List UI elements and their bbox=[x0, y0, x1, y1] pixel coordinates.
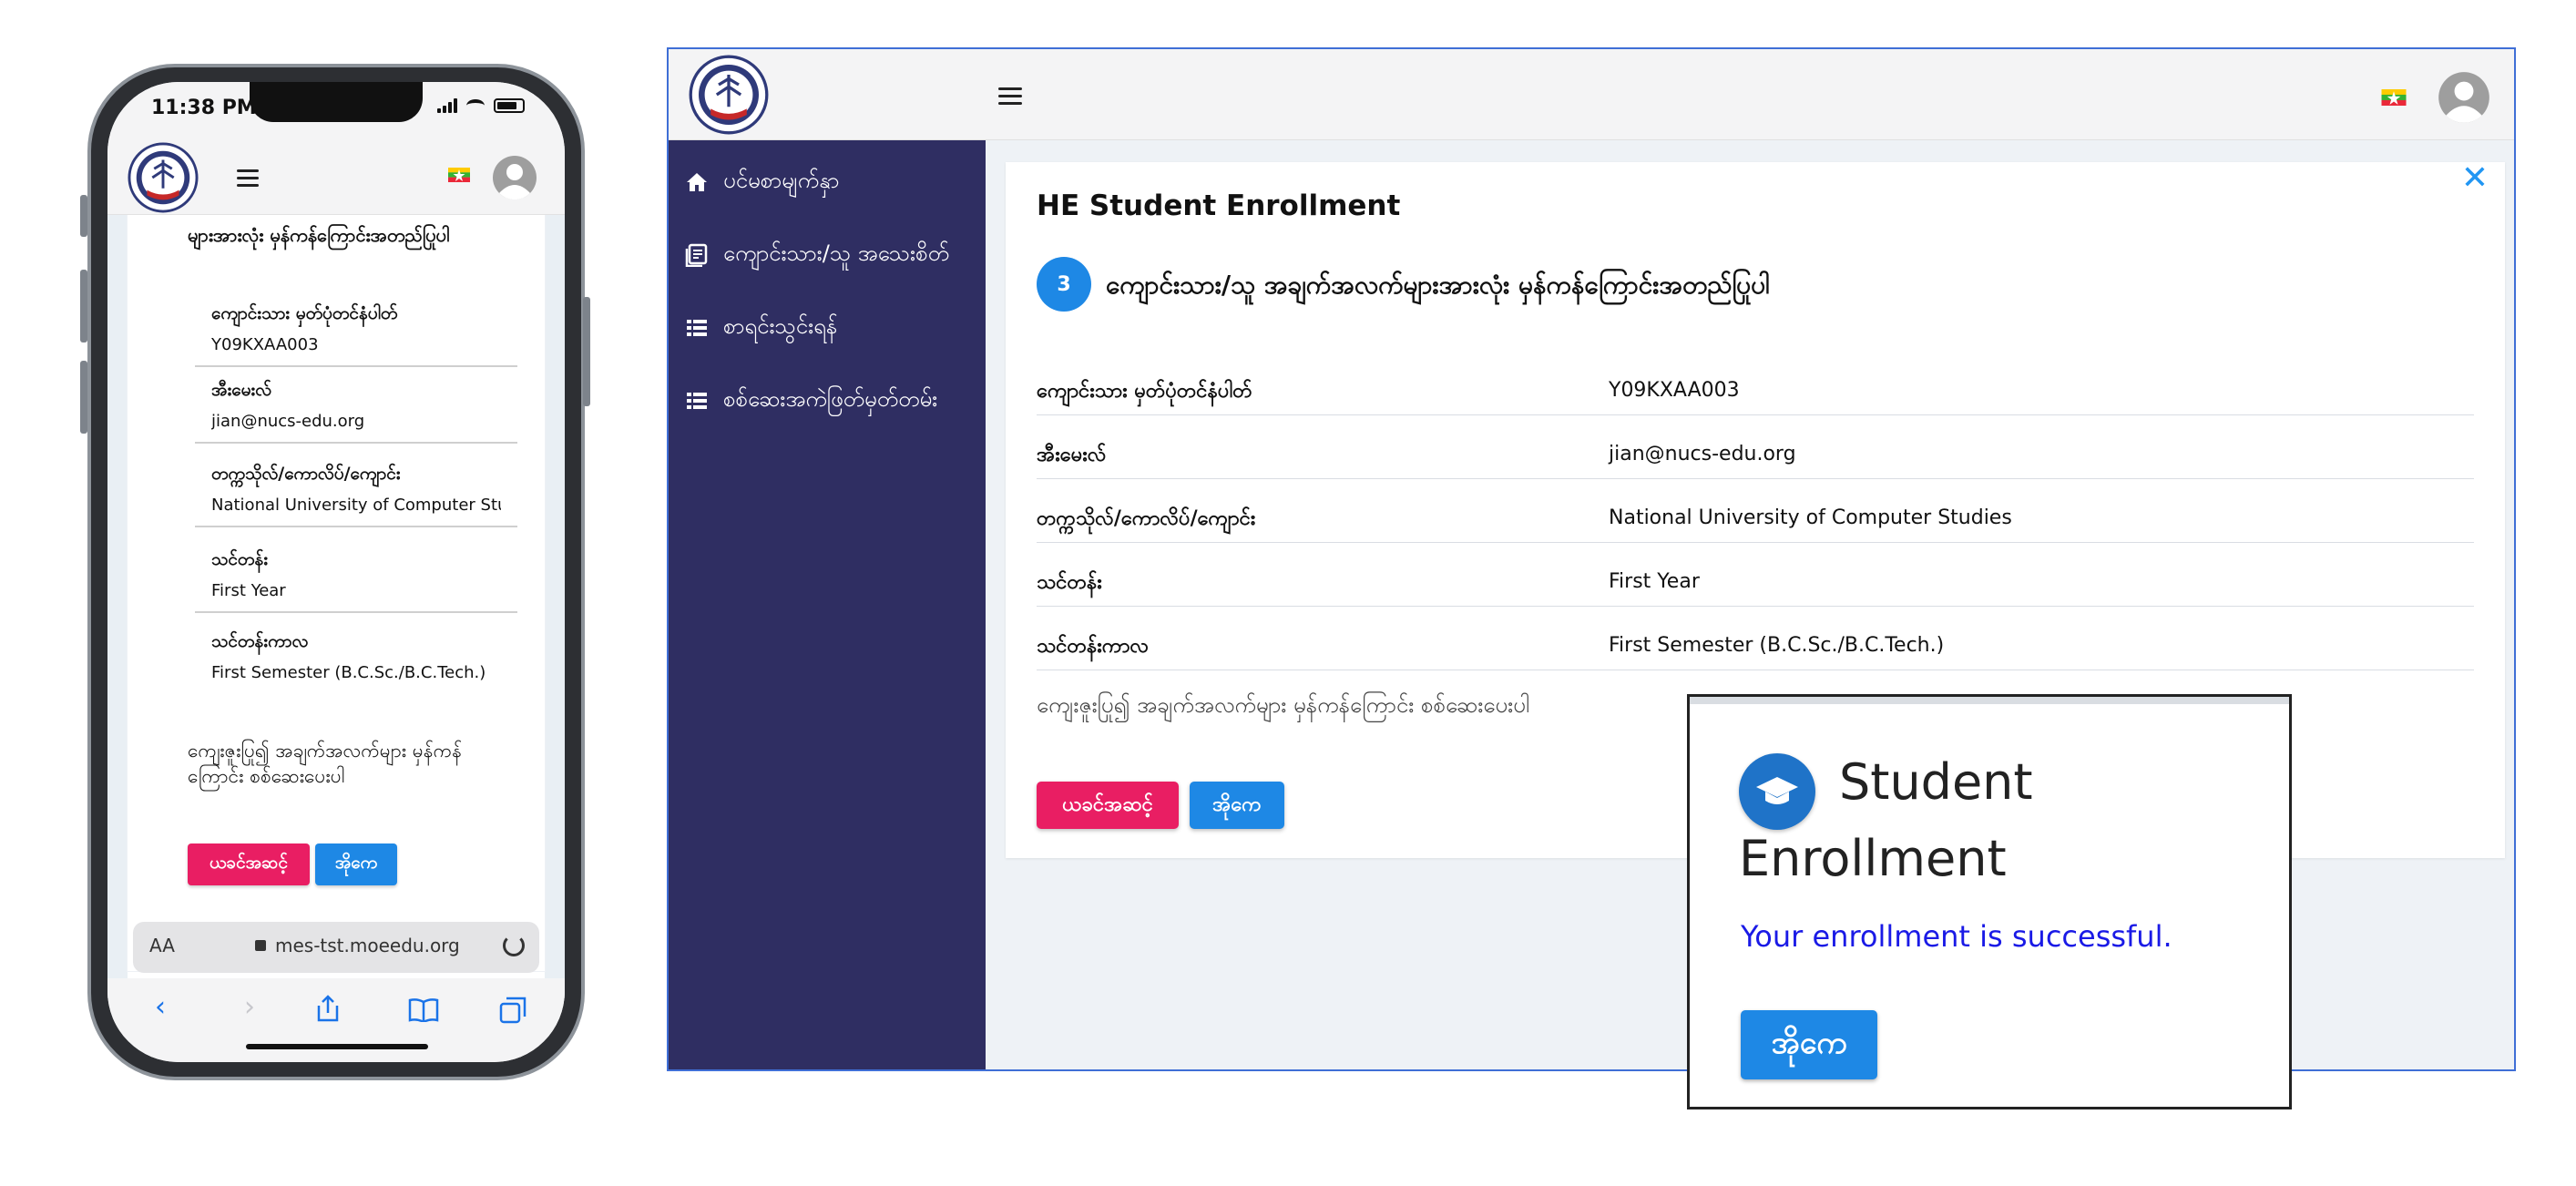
graduation-cap-icon bbox=[1739, 753, 1815, 830]
dialog-ok-button[interactable]: အိုကေ bbox=[1741, 1010, 1877, 1079]
field-label: သင်တန်းကာလ bbox=[211, 631, 309, 651]
row-label: သင်တန်း bbox=[1037, 571, 1102, 594]
menu-icon[interactable] bbox=[998, 87, 1022, 109]
back-button[interactable]: ယခင်အဆင့် bbox=[1037, 782, 1179, 829]
battery-icon bbox=[494, 98, 525, 113]
document-icon bbox=[685, 243, 708, 267]
row-email: အီးမေးလ် jian@nucs-edu.org bbox=[1037, 415, 2474, 479]
step-number-badge: 3 bbox=[1037, 257, 1091, 312]
status-time: 11:38 PM bbox=[151, 97, 257, 119]
ok-button[interactable]: အိုကေ bbox=[315, 843, 397, 885]
lock-icon bbox=[255, 940, 266, 951]
row-course-period: သင်တန်းကာလ First Semester (B.C.Sc./B.C.T… bbox=[1037, 607, 2474, 670]
field-student-reg-no: ကျောင်းသား မှတ်ပုံတင်နံပါတ် Y09KXAA003 bbox=[195, 302, 517, 367]
university-logo-icon bbox=[689, 55, 769, 135]
user-avatar-icon[interactable] bbox=[2438, 71, 2490, 124]
tabs-icon[interactable] bbox=[499, 997, 526, 1024]
phone-mute-switch bbox=[80, 195, 87, 237]
menu-icon[interactable] bbox=[237, 169, 259, 191]
field-email: အီးမေးလ် jian@nucs-edu.org bbox=[195, 379, 517, 444]
field-label: သင်တန်း bbox=[211, 549, 269, 569]
phone-volume-up bbox=[80, 270, 87, 343]
sidebar: ပင်မစာမျက်နှာ ကျောင်းသား/သူ အသေးစိတ် စာရ… bbox=[669, 140, 986, 1069]
university-logo-icon bbox=[128, 142, 199, 213]
field-value: National University of Computer Studi bbox=[211, 496, 501, 515]
card-title: HE Student Enrollment bbox=[1037, 189, 1401, 222]
phone-power-button bbox=[583, 297, 590, 406]
safari-toolbar: ‹ › bbox=[107, 978, 565, 1062]
sidebar-item-label: စာရင်းသွင်းရန် bbox=[723, 313, 838, 339]
field-value: Y09KXAA003 bbox=[211, 335, 319, 354]
dialog-message: Your enrollment is successful. bbox=[1741, 919, 2172, 954]
phone-volume-down bbox=[80, 361, 87, 434]
row-value: First Year bbox=[1609, 570, 1700, 593]
home-icon bbox=[687, 173, 707, 191]
sidebar-item-assessment-record[interactable]: စစ်ဆေးအကဲဖြတ်မှတ်တမ်း bbox=[685, 384, 937, 417]
status-icons bbox=[437, 98, 525, 113]
success-dialog: Student Enrollment Your enrollment is su… bbox=[1687, 694, 2292, 1109]
row-value: First Semester (B.C.Sc./B.C.Tech.) bbox=[1609, 634, 1945, 657]
dialog-top-edge bbox=[1690, 697, 2289, 704]
sidebar-item-home[interactable]: ပင်မစာမျက်နှာ bbox=[685, 166, 839, 199]
dialog-title: Student Enrollment bbox=[1739, 753, 2033, 887]
signal-icon bbox=[437, 98, 457, 113]
confirm-instruction: ကျေးဇူးပြု၍ အချက်အလက်များ မှန်ကန်ကြောင်း… bbox=[188, 740, 463, 788]
list-icon bbox=[687, 393, 707, 409]
list-icon bbox=[687, 320, 707, 336]
sidebar-item-register[interactable]: စာရင်းသွင်းရန် bbox=[685, 312, 837, 344]
field-label: တက္ကသိုလ်/ကောလိပ်/ကျောင်း bbox=[211, 464, 401, 484]
row-university: တက္ကသိုလ်/ကောလိပ်/ကျောင်း National Unive… bbox=[1037, 479, 2474, 543]
sidebar-item-label: ပင်မစာမျက်နှာ bbox=[723, 168, 840, 193]
row-label: တက္ကသိုလ်/ကောလိပ်/ကျောင်း bbox=[1037, 507, 1256, 530]
row-label: ကျောင်းသား မှတ်ပုံတင်နံပါတ် bbox=[1037, 380, 1252, 403]
sidebar-item-label: ကျောင်းသား/သူ အသေးစိတ် bbox=[723, 240, 949, 266]
phone-screen: 11:38 PM များအားလုံး မှန်ကန်ကြောင်းအတည်ပ… bbox=[107, 82, 565, 1062]
myanmar-flag-icon[interactable] bbox=[448, 168, 470, 182]
row-student-reg-no: ကျောင်းသား မှတ်ပုံတင်နံပါတ် Y09KXAA003 bbox=[1037, 352, 2474, 415]
close-icon[interactable]: ✕ bbox=[2461, 162, 2489, 195]
wifi-icon bbox=[466, 99, 485, 112]
safari-address-bar[interactable]: AA mes-tst.moeedu.org bbox=[133, 922, 539, 973]
step-title: ကျောင်းသား/သူ အချက်အလက်များအားလုံး မှန်က… bbox=[1106, 270, 1770, 300]
step-title: များအားလုံး မှန်ကန်ကြောင်းအတည်ပြုပါ bbox=[188, 224, 450, 246]
text-size-button[interactable]: AA bbox=[149, 935, 175, 956]
field-university: တက္ကသိုလ်/ကောလိပ်/ကျောင်း National Unive… bbox=[195, 463, 517, 527]
sidebar-item-label: စစ်ဆေးအကဲဖြတ်မှတ်တမ်း bbox=[723, 386, 938, 412]
bookmarks-icon[interactable] bbox=[408, 998, 439, 1022]
field-label: အီးမေးလ် bbox=[211, 380, 272, 400]
share-icon[interactable] bbox=[315, 995, 341, 1022]
field-value: First Year bbox=[211, 581, 286, 600]
row-label: အီးမေးလ် bbox=[1037, 444, 1107, 466]
field-label: ကျောင်းသား မှတ်ပုံတင်နံပါတ် bbox=[211, 303, 398, 323]
field-course: သင်တန်း First Year bbox=[195, 548, 517, 613]
reload-icon[interactable] bbox=[503, 935, 525, 956]
forward-chevron-icon[interactable]: › bbox=[244, 991, 255, 1023]
field-course-period: သင်တန်းကာလ First Semester (B.C.Sc./B.C.T… bbox=[195, 630, 517, 693]
back-chevron-icon[interactable]: ‹ bbox=[155, 991, 166, 1023]
sidebar-item-student-details[interactable]: ကျောင်းသား/သူ အသေးစိတ် bbox=[685, 239, 949, 271]
row-value: Y09KXAA003 bbox=[1609, 379, 1740, 402]
back-button[interactable]: ယခင်အဆင့် bbox=[188, 843, 310, 885]
page-background bbox=[545, 215, 565, 998]
row-value: National University of Computer Studies bbox=[1609, 506, 2012, 529]
desktop-header bbox=[669, 49, 2514, 140]
mobile-enrollment-card: များအားလုံး မှန်ကန်ကြောင်းအတည်ပြုပါ ကျော… bbox=[128, 215, 545, 971]
field-value: First Semester (B.C.Sc./B.C.Tech.) bbox=[211, 663, 486, 682]
row-value: jian@nucs-edu.org bbox=[1609, 443, 1796, 465]
myanmar-flag-icon[interactable] bbox=[2381, 89, 2407, 106]
confirm-instruction: ကျေးဇူးပြု၍ အချက်အလက်များ မှန်ကန်ကြောင်း… bbox=[1037, 692, 1529, 718]
mobile-header bbox=[107, 135, 565, 215]
row-course: သင်တန်း First Year bbox=[1037, 543, 2474, 607]
phone-notch bbox=[250, 82, 423, 122]
home-indicator bbox=[246, 1044, 428, 1049]
row-label: သင်တန်းကာလ bbox=[1037, 635, 1150, 658]
url-text[interactable]: mes-tst.moeedu.org bbox=[275, 935, 460, 956]
ok-button[interactable]: အိုကေ bbox=[1190, 782, 1284, 829]
user-avatar-icon[interactable] bbox=[492, 155, 537, 200]
page-background bbox=[107, 215, 128, 998]
field-value: jian@nucs-edu.org bbox=[211, 412, 365, 431]
